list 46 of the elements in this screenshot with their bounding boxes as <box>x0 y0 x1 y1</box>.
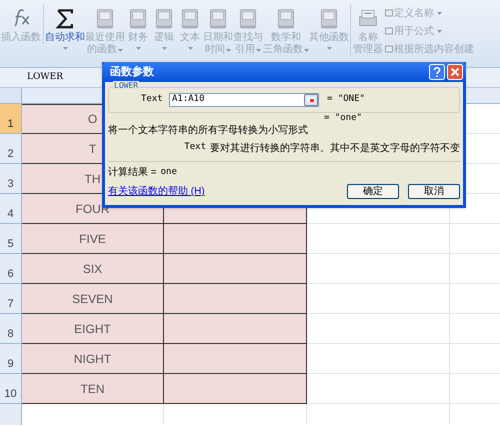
row-header[interactable]: 7 <box>0 284 22 314</box>
argument-name: Text <box>184 141 206 154</box>
caret-icon <box>437 30 442 32</box>
row-header[interactable]: 10 <box>0 374 22 404</box>
caret-icon <box>437 12 442 14</box>
group-label: LOWER <box>113 81 140 91</box>
field-label: Text <box>141 93 164 106</box>
tag-icon <box>385 7 393 19</box>
row-header[interactable]: 3 <box>0 164 22 194</box>
row-header[interactable]: 2 <box>0 134 22 164</box>
table-cell: TEN <box>22 374 164 404</box>
tag-icon <box>385 25 393 37</box>
table-cell: SIX <box>22 254 164 284</box>
row-header[interactable]: 5 <box>0 224 22 254</box>
help-icon <box>429 64 445 80</box>
caret-icon <box>118 48 123 52</box>
row-header[interactable]: 9 <box>0 344 22 374</box>
tag-icon <box>385 43 393 55</box>
dialog-button[interactable]: 确定 <box>347 184 399 199</box>
ribbon-button[interactable]: 自动求和 <box>45 4 85 50</box>
caret-icon <box>326 47 332 50</box>
collapse-dialog-icon[interactable] <box>304 94 318 106</box>
name-box[interactable]: LOWER <box>0 70 90 84</box>
caret-icon <box>304 48 309 52</box>
row-header[interactable]: 6 <box>0 254 22 284</box>
caret-icon <box>226 48 231 52</box>
caret-icon <box>256 48 261 52</box>
caret-icon <box>162 47 166 50</box>
result-text: = "ONE" <box>327 93 365 106</box>
caret-icon <box>188 47 192 50</box>
input-field[interactable]: A1:A10 <box>169 93 319 107</box>
table-cell: NIGHT <box>22 344 164 374</box>
dialog-button[interactable]: 取消 <box>408 184 460 199</box>
result-label: 计算结果 = <box>108 166 157 180</box>
row-header[interactable]: 1 <box>0 104 22 134</box>
row-header[interactable]: 4 <box>0 194 22 224</box>
caret-icon <box>136 47 140 50</box>
argument-description: 要对其进行转换的字符串。其中不是英文字母的字符不变 <box>210 142 460 156</box>
result-text: = "one" <box>324 112 362 126</box>
close-icon[interactable] <box>447 64 463 80</box>
table-cell: SEVEN <box>22 284 164 314</box>
row-header[interactable]: 8 <box>0 314 22 344</box>
window-title: 函数参数 <box>110 64 155 80</box>
table-cell: FIVE <box>22 224 164 254</box>
caret-icon <box>62 47 68 50</box>
table-cell: EIGHT <box>22 314 164 344</box>
